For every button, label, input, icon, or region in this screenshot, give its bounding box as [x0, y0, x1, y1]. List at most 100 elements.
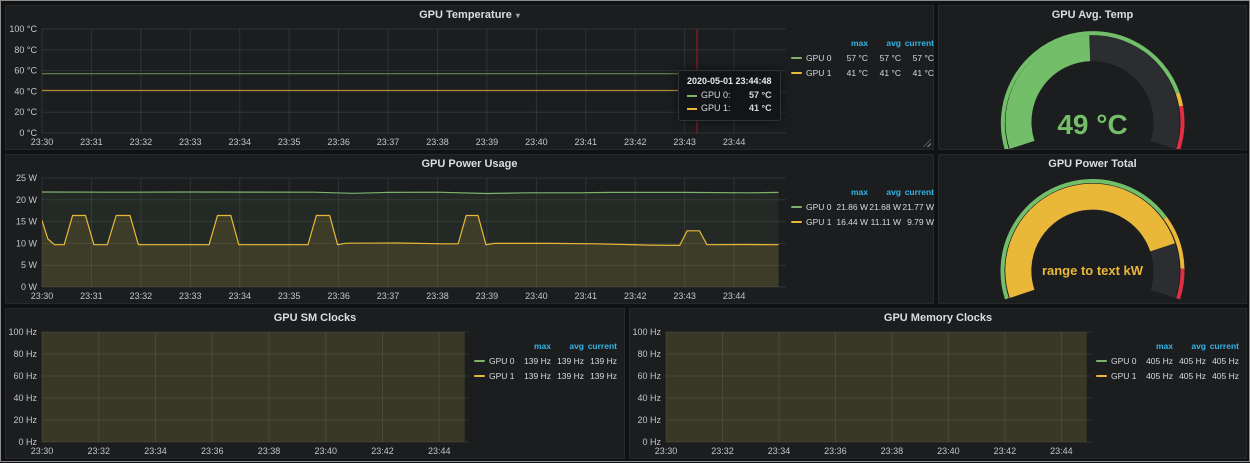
grafana-dashboard: { "icons": { "chevron_down": "▾" }, "pan…: [0, 0, 1250, 462]
gauge-svg: range to text kW: [939, 173, 1246, 303]
legend-series-row[interactable]: GPU 1139 Hz139 Hz139 Hz: [474, 368, 624, 383]
series-color-swatch: [791, 221, 802, 223]
legend-series-name: GPU 1: [1111, 371, 1137, 381]
svg-text:23:31: 23:31: [80, 137, 103, 147]
legend-column-header[interactable]: avg: [868, 187, 901, 197]
svg-text:60 Hz: 60 Hz: [13, 371, 37, 381]
legend-series-value: 139 Hz: [551, 371, 584, 381]
svg-text:23:43: 23:43: [673, 291, 696, 301]
gpu-power-usage-legend: maxavgcurrentGPU 021.86 W21.68 W21.77 WG…: [791, 173, 936, 303]
svg-text:20 W: 20 W: [16, 195, 38, 205]
legend-series-row[interactable]: GPU 0139 Hz139 Hz139 Hz: [474, 353, 624, 368]
svg-text:23:41: 23:41: [575, 291, 598, 301]
gauge-svg: 49 °C: [939, 24, 1246, 149]
svg-text:40 Hz: 40 Hz: [13, 393, 37, 403]
svg-text:23:39: 23:39: [476, 137, 499, 147]
svg-text:49 °C: 49 °C: [1057, 109, 1127, 140]
legend-column-header[interactable]: avg: [868, 38, 901, 48]
legend-column-header[interactable]: max: [835, 38, 868, 48]
gpu-sm-clocks-legend: maxavgcurrentGPU 0139 Hz139 Hz139 HzGPU …: [474, 327, 624, 458]
series-color-swatch: [791, 72, 802, 74]
gpu-sm-clocks-chart[interactable]: 0 Hz20 Hz40 Hz60 Hz80 Hz100 Hz23:3023:32…: [6, 327, 474, 458]
svg-text:23:44: 23:44: [428, 446, 451, 456]
legend-series-value: 57 °C: [901, 53, 934, 63]
svg-text:23:44: 23:44: [723, 137, 746, 147]
graph-tooltip: 2020-05-01 23:44:48 GPU 0: 57 °C GPU 1: …: [678, 70, 781, 121]
tooltip-series-name: GPU 0:: [701, 89, 731, 102]
svg-text:23:30: 23:30: [655, 446, 678, 456]
gpu-temperature-legend: maxavgcurrentGPU 057 °C57 °C57 °CGPU 141…: [791, 24, 936, 149]
series-color-swatch: [687, 108, 697, 110]
svg-text:23:37: 23:37: [377, 291, 400, 301]
svg-text:23:42: 23:42: [624, 291, 647, 301]
legend-series-value: 405 Hz: [1140, 356, 1173, 366]
svg-text:23:40: 23:40: [525, 137, 548, 147]
panel-title-gpu-avg-temp[interactable]: GPU Avg. Temp: [939, 6, 1246, 24]
panel-title-gpu-memory-clocks[interactable]: GPU Memory Clocks: [630, 309, 1246, 327]
svg-text:80 °C: 80 °C: [14, 45, 37, 55]
legend-series-value: 139 Hz: [518, 356, 551, 366]
legend-header: maxavgcurrent: [791, 184, 936, 199]
legend-header: maxavgcurrent: [1096, 338, 1246, 353]
svg-text:23:33: 23:33: [179, 291, 202, 301]
legend-series-name: GPU 0: [806, 202, 832, 212]
legend-column-header[interactable]: max: [1140, 341, 1173, 351]
panel-gpu-temperature: GPU Temperature▾ 0 °C20 °C40 °C60 °C80 °…: [5, 5, 934, 150]
legend-column-header[interactable]: max: [518, 341, 551, 351]
panel-title-text: GPU SM Clocks: [274, 312, 357, 324]
legend-series-value: 57 °C: [868, 53, 901, 63]
gpu-memory-clocks-chart[interactable]: 0 Hz20 Hz40 Hz60 Hz80 Hz100 Hz23:3023:32…: [630, 327, 1096, 458]
legend-column-header[interactable]: current: [901, 187, 934, 197]
svg-text:23:31: 23:31: [80, 291, 103, 301]
panel-gpu-avg-temp: GPU Avg. Temp 49 °C: [938, 5, 1247, 150]
svg-text:23:36: 23:36: [201, 446, 224, 456]
gpu-power-usage-chart[interactable]: 0 W5 W10 W15 W20 W25 W23:3023:3123:3223:…: [6, 173, 791, 303]
legend-series-row[interactable]: GPU 021.86 W21.68 W21.77 W: [791, 199, 936, 214]
chart-svg: 0 °C20 °C40 °C60 °C80 °C100 °C23:3023:31…: [6, 24, 791, 149]
gpu-temperature-chart[interactable]: 0 °C20 °C40 °C60 °C80 °C100 °C23:3023:31…: [6, 24, 791, 149]
chevron-down-icon: ▾: [516, 11, 520, 20]
panel-title-gpu-sm-clocks[interactable]: GPU SM Clocks: [6, 309, 624, 327]
legend-column-header[interactable]: current: [901, 38, 934, 48]
chart-svg: 0 Hz20 Hz40 Hz60 Hz80 Hz100 Hz23:3023:32…: [630, 327, 1096, 458]
svg-text:23:38: 23:38: [426, 137, 449, 147]
legend-column-header[interactable]: current: [1206, 341, 1239, 351]
svg-text:23:41: 23:41: [575, 137, 598, 147]
legend-series-value: 21.77 W: [901, 202, 934, 212]
panel-title-gpu-power-total[interactable]: GPU Power Total: [939, 155, 1246, 173]
svg-text:60 °C: 60 °C: [14, 66, 37, 76]
gpu-avg-temp-gauge: 49 °C: [939, 24, 1246, 149]
legend-series-row[interactable]: GPU 141 °C41 °C41 °C: [791, 65, 936, 80]
svg-text:23:32: 23:32: [130, 137, 153, 147]
legend-series-name: GPU 0: [806, 53, 832, 63]
panel-gpu-power-total: GPU Power Total range to text kW: [938, 154, 1247, 304]
legend-header: maxavgcurrent: [791, 35, 936, 50]
legend-series-value: 139 Hz: [551, 356, 584, 366]
legend-series-value: 21.68 W: [868, 202, 901, 212]
tooltip-row: GPU 0: 57 °C: [687, 89, 772, 102]
legend-series-row[interactable]: GPU 057 °C57 °C57 °C: [791, 50, 936, 65]
panel-title-text: GPU Avg. Temp: [1052, 9, 1134, 21]
legend-series-value: 405 Hz: [1140, 371, 1173, 381]
legend-column-header[interactable]: current: [584, 341, 617, 351]
legend-series-row[interactable]: GPU 0405 Hz405 Hz405 Hz: [1096, 353, 1246, 368]
legend-column-header[interactable]: avg: [551, 341, 584, 351]
legend-series-row[interactable]: GPU 1405 Hz405 Hz405 Hz: [1096, 368, 1246, 383]
panel-title-gpu-temperature[interactable]: GPU Temperature▾: [6, 6, 933, 24]
legend-series-name: GPU 1: [806, 217, 832, 227]
legend-series-value: 405 Hz: [1173, 371, 1206, 381]
tooltip-series-value: 41 °C: [735, 102, 772, 115]
panel-title-text: GPU Memory Clocks: [884, 312, 992, 324]
svg-text:23:36: 23:36: [327, 137, 350, 147]
svg-text:40 °C: 40 °C: [14, 86, 37, 96]
svg-text:23:40: 23:40: [937, 446, 960, 456]
panel-title-gpu-power-usage[interactable]: GPU Power Usage: [6, 155, 933, 173]
legend-column-header[interactable]: max: [835, 187, 868, 197]
tooltip-row: GPU 1: 41 °C: [687, 102, 772, 115]
tooltip-series-value: 57 °C: [735, 89, 772, 102]
svg-text:60 Hz: 60 Hz: [637, 371, 661, 381]
legend-header: maxavgcurrent: [474, 338, 624, 353]
legend-column-header[interactable]: avg: [1173, 341, 1206, 351]
series-color-swatch: [791, 206, 802, 208]
legend-series-row[interactable]: GPU 116.44 W11.11 W9.79 W: [791, 214, 936, 229]
